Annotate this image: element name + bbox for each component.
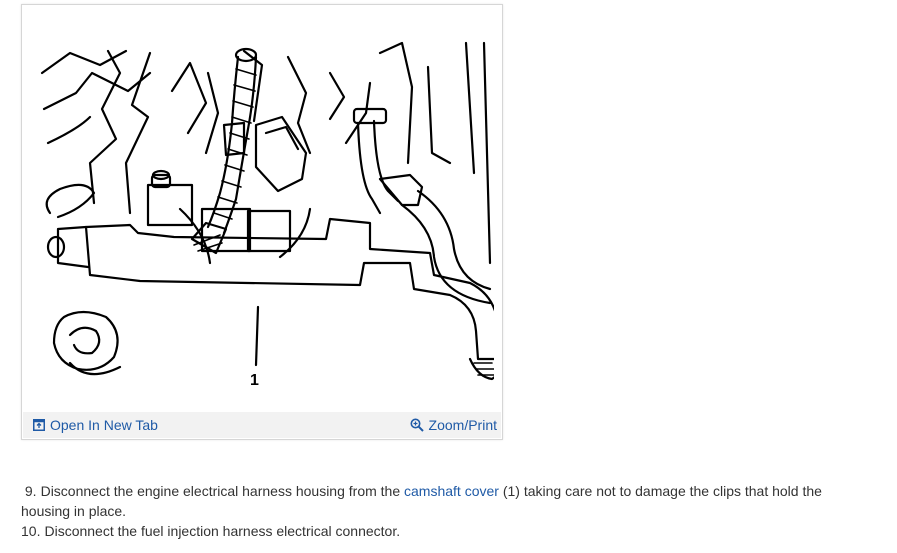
zoom-print-label: Zoom/Print [428, 417, 497, 433]
camshaft-cover-link[interactable]: camshaft cover [404, 483, 499, 499]
open-in-new-tab-link[interactable]: Open In New Tab [33, 417, 158, 433]
step-text-before: Disconnect the engine electrical harness… [40, 483, 401, 499]
step-number: 9. [24, 483, 37, 499]
callout-label: 1 [250, 372, 259, 389]
figure-card: 1 Open In New Tab Zoom/Print [21, 4, 503, 440]
open-in-new-tab-icon [33, 419, 45, 431]
procedure-steps: 9. Disconnect the engine electrical harne… [21, 481, 861, 541]
figure-toolbar: Open In New Tab Zoom/Print [23, 412, 501, 438]
wrapped-harness [206, 47, 258, 235]
step-number: 10. [21, 523, 41, 539]
callout-leader-line [254, 305, 260, 367]
engine-background-lines [40, 41, 492, 265]
hose [352, 107, 492, 305]
left-clip [45, 183, 122, 376]
connector-assembly [146, 115, 308, 255]
step-9: 9. Disconnect the engine electrical harne… [21, 481, 861, 521]
open-in-new-tab-label: Open In New Tab [50, 417, 158, 433]
engine-harness-diagram[interactable]: 1 [30, 13, 494, 409]
zoom-print-link[interactable]: Zoom/Print [410, 417, 497, 433]
magnifier-icon [410, 418, 424, 432]
step-10: 10. Disconnect the fuel injection harness… [21, 521, 861, 541]
step-text: Disconnect the fuel injection harness el… [44, 523, 401, 539]
